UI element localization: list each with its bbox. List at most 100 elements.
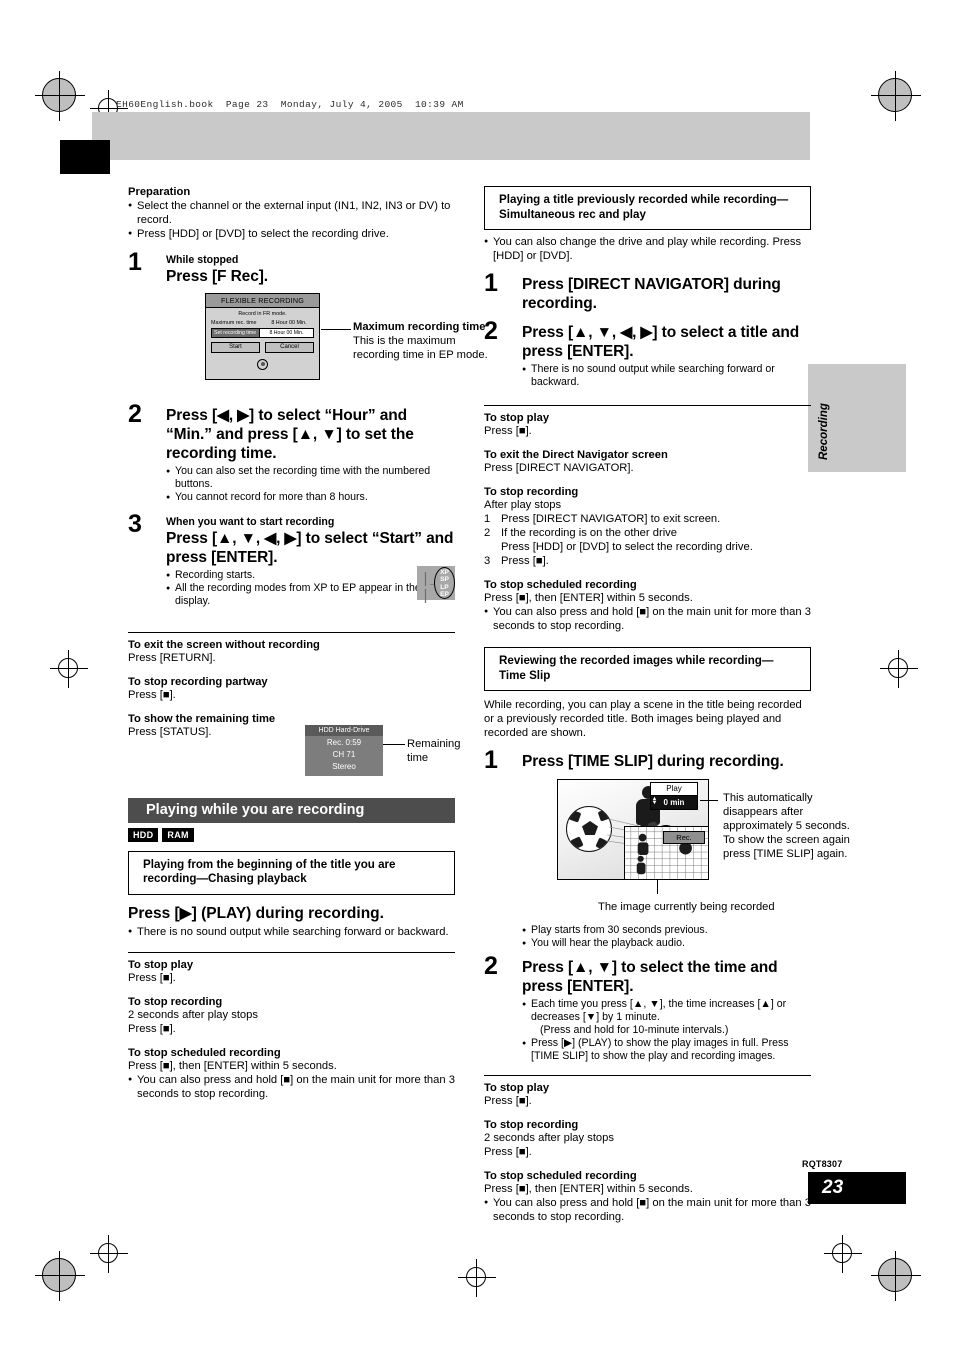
hdd-drive-title: HDD Hard-Drive (305, 724, 383, 736)
simul-step-2-number: 2 (484, 317, 498, 345)
rec-label: Rec. (663, 831, 705, 844)
simultaneous-bullets: You can also change the drive and play w… (484, 235, 811, 263)
simul-step-2-headline: Press [▲, ▼, ◀, ▶] to select a title and… (522, 324, 800, 360)
list-item: 3 Press [■]. (484, 554, 811, 568)
simul-step-2: 2 Press [▲, ▼, ◀, ▶] to select a title a… (484, 319, 811, 389)
list-item: All the recording modes from XP to EP ap… (166, 582, 455, 608)
note-title: To stop scheduled recording (484, 1170, 637, 1183)
note-stop-recording-partway: To stop recording partway Press [■]. (128, 676, 455, 702)
simul-step-1: 1 Press [DIRECT NAVIGATOR] during record… (484, 271, 811, 313)
list-item: Recording starts. (166, 569, 455, 583)
list-item: You can also set the recording time with… (166, 465, 455, 491)
registration-mark-right-mid (880, 650, 918, 688)
list-item: 1 Press [DIRECT NAVIGATOR] to exit scree… (484, 512, 811, 526)
timeslip-step-1: 1 Press [TIME SLIP] during recording. Pl… (484, 748, 850, 952)
registration-mark-top-left (35, 71, 85, 121)
media-tags: HDD RAM (128, 828, 455, 842)
note-exit-direct-navigator: To exit the Direct Navigator screen Pres… (484, 449, 811, 475)
list-item: You can also press and hold [■] on the m… (128, 1073, 455, 1101)
cancel-button[interactable]: Cancel (265, 341, 314, 353)
simul-step-2-bullets: There is no sound output while searching… (522, 363, 811, 389)
mode-lp: LP (440, 583, 449, 591)
note-line: 2 seconds after play stops (128, 1008, 258, 1021)
registration-mark-right-inner (824, 1235, 862, 1273)
note-title: To stop recording partway (128, 675, 268, 688)
remaining-time-leader (383, 743, 405, 745)
chasing-playback-box-title: Playing from the beginning of the title … (128, 850, 455, 895)
front-display-icon: |_| | XP SP LP EP (417, 565, 455, 605)
set-recording-time-value[interactable]: 8 Hour 00 Min. (259, 328, 313, 337)
note-stop-recording: To stop recording 2 seconds after play s… (128, 996, 455, 1036)
list-item: Play starts from 30 seconds previous. (522, 924, 811, 938)
chasing-playback-instruction: Press [▶] (PLAY) during recording. (128, 904, 384, 922)
time-slip-box-title: Reviewing the recorded images while reco… (484, 647, 811, 691)
callout-leader-line (321, 329, 351, 331)
time-slip-screen: Play ▴ ▾ 0 min Rec. (557, 779, 709, 880)
registration-mark-bottom-center-left (90, 1235, 128, 1273)
list-item: You can also press and hold [■] on the m… (484, 1196, 811, 1224)
timeslip-step-2: 2 Press [▲, ▼] to select the time and pr… (484, 954, 811, 1063)
max-rec-time-callout-text: This is the maximum recording time in EP… (353, 335, 488, 361)
step-1-condition: While stopped (166, 254, 239, 266)
list-item: Press [▶] (PLAY) to show the play images… (522, 1037, 811, 1063)
note-line: Press [■]. (484, 425, 532, 437)
set-recording-time-row[interactable]: Set recording time 8 Hour 00 Min. (211, 327, 314, 338)
divider (484, 1075, 811, 1077)
media-tag-ram: RAM (162, 828, 194, 842)
note-line: Press [■], then [ENTER] within 5 seconds… (484, 592, 693, 604)
step-1-number: 1 (128, 248, 142, 276)
flexible-recording-buttons: Start Cancel (211, 341, 314, 353)
max-rec-time-callout: Maximum recording time This is the maxim… (353, 320, 503, 362)
list-item: Press [HDD] or [DVD] to select the recor… (128, 227, 455, 241)
divider (484, 405, 811, 406)
flexible-recording-box: FLEXIBLE RECORDING Record in FR mode. Ma… (205, 293, 320, 380)
simul-step-1-number: 1 (484, 269, 498, 297)
flexible-recording-title: FLEXIBLE RECORDING (206, 294, 319, 308)
list-item: 2 If the recording is on the other drive… (484, 526, 811, 554)
left-column: Preparation Select the channel or the ex… (128, 186, 488, 1101)
remaining-time-callout: Remaining time (407, 737, 461, 764)
disc-logo (206, 357, 319, 375)
divider (128, 951, 455, 953)
note-stop-play: To stop play Press [■]. (484, 1082, 811, 1108)
step-1-headline: Press [F Rec]. (166, 268, 268, 285)
registration-mark-bottom-right (871, 1251, 921, 1301)
hdd-channel: CH 71 (332, 749, 356, 759)
note-line: Press [■]. (484, 1146, 532, 1159)
bullet-text: Each time you press [▲, ▼], the time inc… (531, 998, 787, 1024)
time-slip-note-leader (700, 800, 718, 802)
step-3-condition: When you want to start recording (166, 515, 335, 528)
note-line: Press [■]. (484, 1095, 532, 1108)
step-3-bullets: Recording starts. All the recording mode… (166, 569, 455, 608)
note-stop-scheduled-recording: To stop scheduled recording Press [■], t… (484, 579, 811, 633)
registration-mark-top-right (871, 71, 921, 121)
list-item: You can also change the drive and play w… (484, 235, 811, 263)
note-title: To show the remaining time (128, 712, 276, 725)
note-bullets: You can also press and hold [■] on the m… (128, 1073, 455, 1101)
divider (128, 631, 455, 633)
step-1: 1 While stopped Press [F Rec]. FLEXIBLE … (128, 250, 488, 380)
note-title: To exit the Direct Navigator screen (484, 449, 668, 461)
note-line: 2 seconds after play stops (484, 1132, 614, 1145)
start-button[interactable]: Start (211, 341, 260, 353)
list-item: You will hear the playback audio. (522, 937, 811, 951)
file-path-header: EH60English.book Page 23 Monday, July 4,… (116, 99, 464, 110)
step-2-bullets: You can also set the recording time with… (166, 465, 455, 505)
simultaneous-rec-play-box-title: Playing a title previously recorded whil… (484, 186, 811, 230)
recording-modes-icon: XP SP LP EP (434, 566, 455, 599)
list-item: You can also press and hold [■] on the m… (484, 605, 811, 633)
time-slip-bullets: Play starts from 30 seconds previous. Yo… (522, 924, 811, 951)
item-number: 1 (484, 513, 491, 525)
caption-leader-line (657, 880, 659, 894)
timeslip-step-2-bullets: Each time you press [▲, ▼], the time inc… (522, 998, 811, 1063)
note-stop-recording-steps: To stop recording After play stops 1 Pre… (484, 486, 811, 568)
note-line: Press [■], then [ENTER] within 5 seconds… (128, 1059, 337, 1072)
note-title: To stop scheduled recording (128, 1046, 281, 1059)
hdd-status-display: HDD Hard-Drive Rec. 0:59 CH 71 Stereo Re… (305, 724, 460, 776)
list-item: There is no sound output while searching… (522, 363, 811, 389)
note-title: To stop recording (484, 1119, 579, 1132)
preparation-title: Preparation (128, 186, 191, 198)
preparation-bullets: Select the channel or the external input… (128, 199, 455, 241)
flexible-recording-max-row: Maximum rec. time 8 Hour 00 Min. (206, 320, 319, 326)
hdd-status-box: HDD Hard-Drive Rec. 0:59 CH 71 Stereo (305, 724, 383, 776)
